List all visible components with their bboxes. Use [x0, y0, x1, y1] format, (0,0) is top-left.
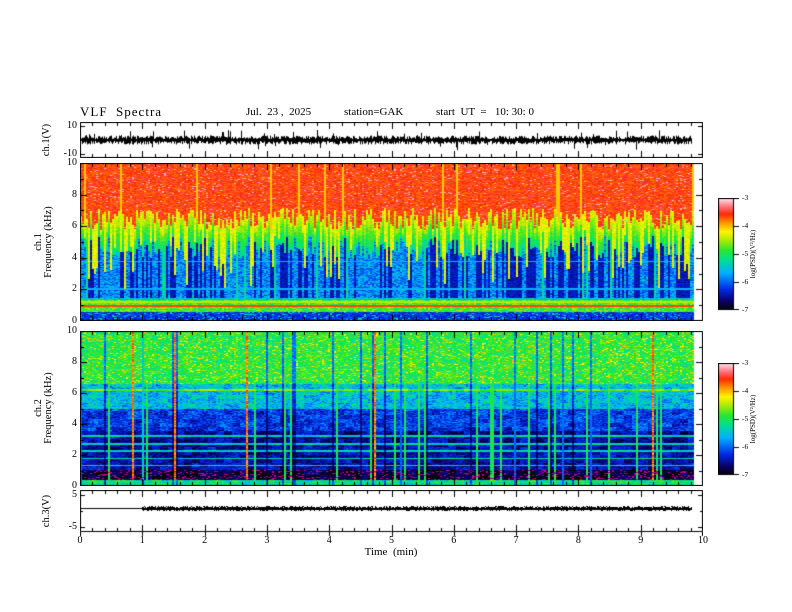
colorbar-tick-label: -3: [742, 358, 749, 367]
colorbar-ch1-label: log(PSD)(V²/Hz): [749, 229, 757, 279]
colorbar-tick-label: -4: [742, 221, 749, 230]
colorbar-ch2: [718, 363, 742, 476]
header-station: station=GAK: [344, 106, 404, 118]
colorbar-tick-label: -4: [742, 386, 749, 395]
x-tick-label: 7: [513, 535, 519, 546]
x-tick-label: 2: [202, 535, 208, 546]
y-tick-label-ch2-spec: 6: [72, 387, 77, 398]
header-start-ut: start UT = 10: 30: 0: [436, 106, 534, 118]
y-tick-label-ch3: -5: [68, 521, 77, 533]
y-tick-label-ch2-spec: 8: [72, 356, 77, 367]
y-tick-label-ch1-spec: 8: [72, 188, 77, 200]
colorbar-ch2-label: log(PSD)(V²/Hz): [749, 394, 757, 444]
ch1-wave-ylabel: ch.1(V): [41, 123, 52, 157]
header-date: Jul. 23 , 2025: [246, 106, 312, 118]
x-tick-label: 3: [264, 535, 270, 546]
page-title: VLF Spectra: [80, 104, 163, 119]
x-tick-label: 1: [139, 535, 145, 546]
y-tick-label-ch2-spec: 2: [72, 449, 77, 460]
colorbar-ch1: [718, 198, 742, 311]
x-axis-title: Time (min): [364, 546, 418, 558]
y-tick-label-ch3: 5: [72, 488, 77, 500]
x-tick-label: 6: [451, 535, 457, 546]
x-tick-label: 10: [698, 535, 708, 546]
ch2-spectrogram-panel: [80, 331, 703, 486]
y-tick-label-ch1-wave: 10: [67, 120, 77, 132]
y-tick-label-ch1-spec: 2: [72, 283, 77, 295]
vlf-spectra-figure: VLF Spectra Jul. 23 , 2025 station=GAK s…: [0, 0, 792, 612]
ch3-level-panel: [80, 490, 703, 538]
x-tick-label: 9: [638, 535, 644, 546]
y-tick-label-ch2-spec: 4: [72, 418, 77, 429]
colorbar-tick-label: -7: [742, 470, 749, 479]
colorbar-tick-label: -5: [742, 414, 749, 423]
colorbar-tick-label: -6: [742, 277, 749, 286]
colorbar-tick-label: -7: [742, 305, 749, 314]
x-tick-label: 5: [389, 535, 394, 546]
ch1-spectrogram-panel: [80, 163, 703, 321]
x-tick-label: 4: [326, 535, 332, 546]
colorbar-tick-label: -5: [742, 249, 749, 258]
ch2-spec-ylabel-line2: Frequency (kHz): [43, 372, 54, 444]
ch3-ylabel: ch.3(V): [41, 494, 52, 528]
colorbar-tick-label: -6: [742, 442, 749, 451]
y-tick-label-ch1-spec: 10: [67, 157, 77, 168]
ch1-waveform-panel: [80, 122, 703, 158]
y-tick-label-ch1-spec: 6: [72, 220, 77, 232]
ch1-spec-ylabel: ch.1 Frequency (kHz): [33, 206, 54, 278]
x-tick-label: 0: [77, 535, 83, 546]
y-tick-label-ch2-spec: 10: [67, 325, 77, 336]
x-tick-label: 8: [575, 535, 581, 546]
ch2-spec-ylabel: ch.2 Frequency (kHz): [33, 372, 54, 444]
ch1-spec-ylabel-line2: Frequency (kHz): [43, 206, 54, 278]
y-tick-label-ch1-spec: 4: [72, 251, 77, 263]
colorbar-tick-label: -3: [742, 193, 749, 202]
